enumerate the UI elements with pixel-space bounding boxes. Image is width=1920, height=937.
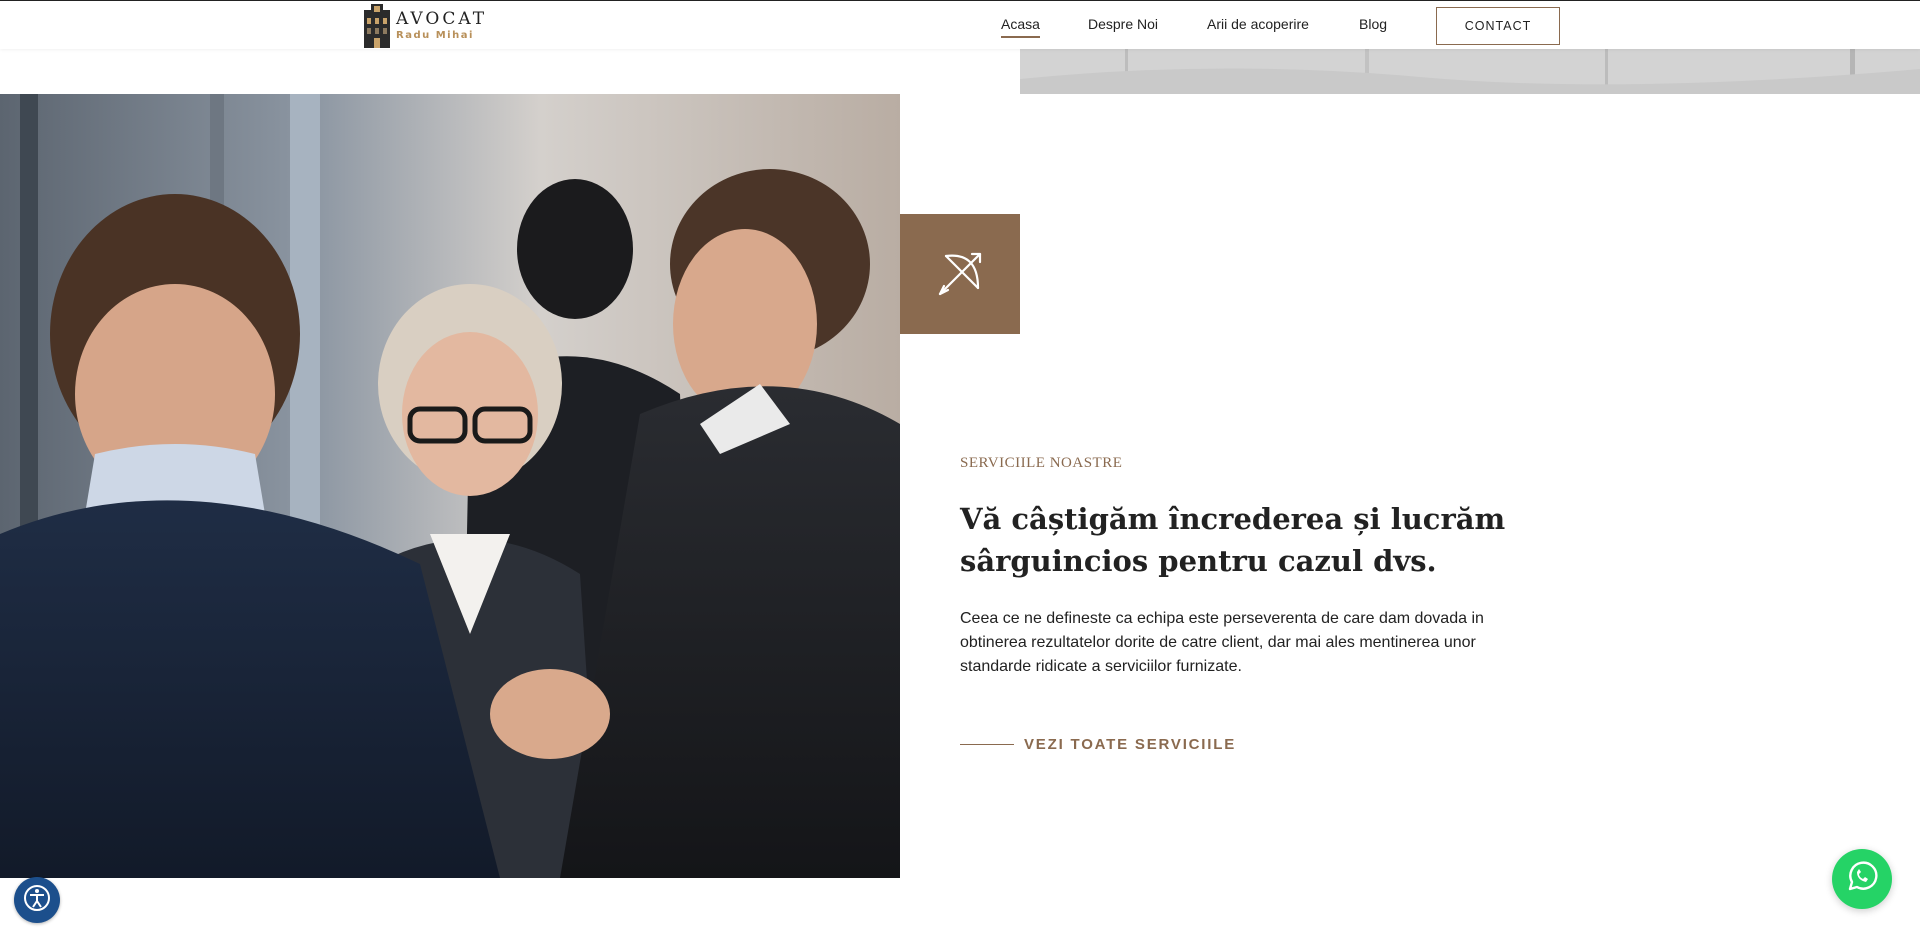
logo-subtitle: Radu Mihai xyxy=(396,30,474,41)
logo[interactable]: AVOCAT Radu Mihai xyxy=(362,3,487,49)
team-photo xyxy=(0,94,900,878)
top-banner-image xyxy=(1020,49,1920,94)
accessibility-icon xyxy=(22,883,52,918)
section-eyebrow: SERVICIILE NOASTRE xyxy=(960,455,1123,471)
nav-item-blog[interactable]: Blog xyxy=(1359,16,1387,32)
logo-title: AVOCAT xyxy=(396,9,488,29)
section-paragraph: Ceea ce ne defineste ca echipa este pers… xyxy=(960,610,1484,675)
logo-building-icon xyxy=(362,4,392,48)
nav-item-arii-de-acoperire[interactable]: Arii de acoperire xyxy=(1207,16,1309,32)
cta-line xyxy=(960,744,1014,745)
page: AVOCAT Radu Mihai Acasa Despre Noi Arii … xyxy=(0,0,1920,937)
contact-button[interactable]: CONTACT xyxy=(1436,7,1560,45)
cta-label: VEZI TOATE SERVICIILE xyxy=(1024,736,1236,753)
whatsapp-button[interactable] xyxy=(1832,849,1892,909)
nav-item-acasa[interactable]: Acasa xyxy=(1001,16,1040,38)
nav-item-despre-noi[interactable]: Despre Noi xyxy=(1088,16,1158,32)
whatsapp-icon xyxy=(1845,860,1879,899)
view-all-services-link[interactable]: VEZI TOATE SERVICIILE xyxy=(960,736,1236,753)
site-header: AVOCAT Radu Mihai Acasa Despre Noi Arii … xyxy=(0,0,1920,49)
bow-arrow-icon xyxy=(900,214,1020,334)
section-headline: Vă câștigăm încrederea și lucrăm sârguin… xyxy=(960,502,1506,578)
accessibility-button[interactable] xyxy=(14,877,60,923)
